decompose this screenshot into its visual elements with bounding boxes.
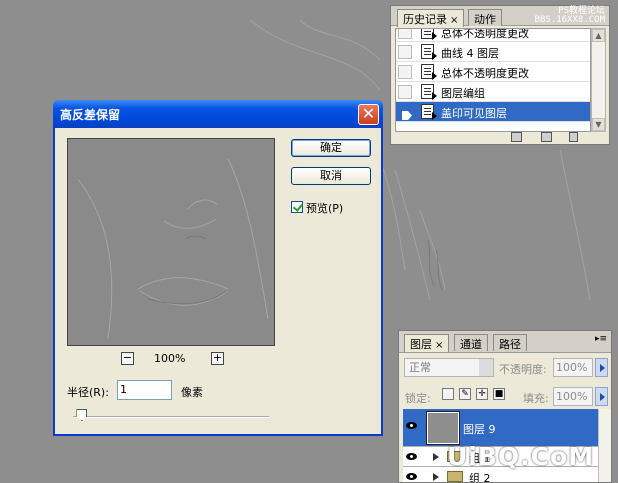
snapshot-source-box[interactable] [398,65,412,79]
layer-thumbnail [426,411,460,445]
blend-mode-select[interactable]: 正常 [404,358,494,377]
history-panel: 历史记录 × 动作 PS教程论坛 BBS.16XX8.COM 总体不透明度更改 曲… [390,5,610,145]
history-item-label: 总体不透明度更改 [441,67,529,80]
opacity-arrow-icon[interactable] [595,358,608,377]
zoom-out-button[interactable]: − [121,352,134,365]
history-state-icon [421,104,437,120]
history-item-selected[interactable]: 盖印可见图层 [396,102,590,122]
history-footer [391,130,609,144]
radius-slider-thumb[interactable] [76,409,88,421]
preview-checkbox[interactable] [291,201,303,213]
preview-image [68,139,274,345]
visibility-eye-icon[interactable] [405,452,419,462]
snapshot-icon[interactable] [541,132,552,142]
expand-triangle-icon[interactable] [433,453,439,461]
history-scrollbar[interactable]: ▲ ▼ [591,28,606,132]
dialog-title: 高反差保留 [60,108,121,122]
lock-transparency-icon[interactable] [442,388,454,400]
fill-arrow-icon[interactable] [595,387,608,406]
history-state-icon [421,64,437,80]
current-state-arrow-icon [402,111,412,120]
history-item-label: 图层编组 [441,87,485,100]
visibility-eye-icon[interactable] [405,472,419,482]
tab-channels[interactable]: 通道 [454,334,488,351]
lock-all-icon[interactable]: ■ [493,388,505,400]
expand-triangle-icon[interactable] [433,473,439,481]
tab-actions-label: 动作 [474,13,496,26]
radius-unit: 像素 [181,386,203,399]
snapshot-source-box[interactable] [398,45,412,59]
history-state-icon [421,44,437,60]
lock-label: 锁定: [405,392,431,405]
zoom-level: 100% [154,352,186,365]
tab-channels-label: 通道 [460,338,482,351]
tab-close-icon[interactable]: × [435,340,443,351]
chevron-down-icon[interactable] [479,359,493,376]
forum-watermark: PS教程论坛 BBS.16XX8.COM [535,7,605,25]
history-list: 总体不透明度更改 曲线 4 图层 总体不透明度更改 图层编组 盖印可见图层 [395,28,591,132]
layer-name: 图层 9 [463,423,496,436]
tab-paths[interactable]: 路径 [493,334,527,351]
zoom-in-button[interactable]: + [211,352,224,365]
snapshot-source-box[interactable] [398,85,412,99]
tab-layers[interactable]: 图层 × [404,334,450,352]
tab-layers-label: 图层 [410,338,432,351]
filter-preview[interactable] [67,138,275,346]
layers-scrollbar[interactable] [598,409,611,482]
dialog-titlebar[interactable]: 高反差保留 ✕ [53,100,383,128]
visibility-eye-icon[interactable] [405,421,419,431]
history-item-label: 曲线 4 图层 [441,47,499,60]
tab-paths-label: 路径 [499,338,521,351]
panel-menu-icon[interactable]: ▸≡ [595,334,607,344]
new-document-icon[interactable] [511,132,522,142]
site-watermark: UiBQ.CoM [447,442,595,471]
lock-image-icon[interactable]: ✎ [459,388,471,400]
preview-checkbox-label[interactable]: 预览(P) [306,200,343,216]
lock-position-icon[interactable]: ✛ [476,388,488,400]
cancel-button[interactable]: 取消 [291,167,371,185]
radius-label: 半径(R): [67,386,109,399]
history-item-label: 盖印可见图层 [441,107,507,120]
tab-history[interactable]: 历史记录 × [397,9,465,27]
tab-actions[interactable]: 动作 [468,9,502,26]
history-item-label: 总体不透明度更改 [441,28,529,40]
opacity-input[interactable]: 100% [553,358,593,377]
radius-input[interactable]: 1 [117,380,172,400]
layer-name: 组 2 [469,472,491,483]
tab-history-label: 历史记录 [403,13,447,26]
history-item[interactable]: 曲线 4 图层 [396,42,590,62]
scroll-up-icon[interactable]: ▲ [592,29,605,42]
history-state-icon [421,84,437,100]
tab-close-icon[interactable]: × [450,15,458,26]
radius-slider-track[interactable] [73,416,269,418]
history-tabbar: 历史记录 × 动作 PS教程论坛 BBS.16XX8.COM [391,6,609,27]
trash-icon[interactable] [569,132,578,142]
opacity-label: 不透明度: [499,363,547,376]
fill-input[interactable]: 100% [553,387,593,406]
blend-mode-value: 正常 [409,361,431,374]
history-item[interactable]: 总体不透明度更改 [396,62,590,82]
ok-button[interactable]: 确定 [291,139,371,157]
history-item[interactable]: 图层编组 [396,82,590,102]
forum-watermark-line2: BBS.16XX8.COM [534,15,605,25]
history-item[interactable]: 总体不透明度更改 [396,28,590,42]
fill-label: 填充: [523,392,549,405]
layers-tabbar: 图层 × 通道 路径 ▸≡ [399,331,611,353]
close-icon[interactable]: ✕ [358,104,379,125]
snapshot-source-box[interactable] [398,105,412,120]
history-state-icon [421,29,437,40]
high-pass-dialog: 高反差保留 ✕ − 100% + 确定 取消 预览(P) 半径(R): 1 像素 [53,100,383,436]
snapshot-source-box[interactable] [398,29,412,39]
folder-icon [447,471,463,482]
